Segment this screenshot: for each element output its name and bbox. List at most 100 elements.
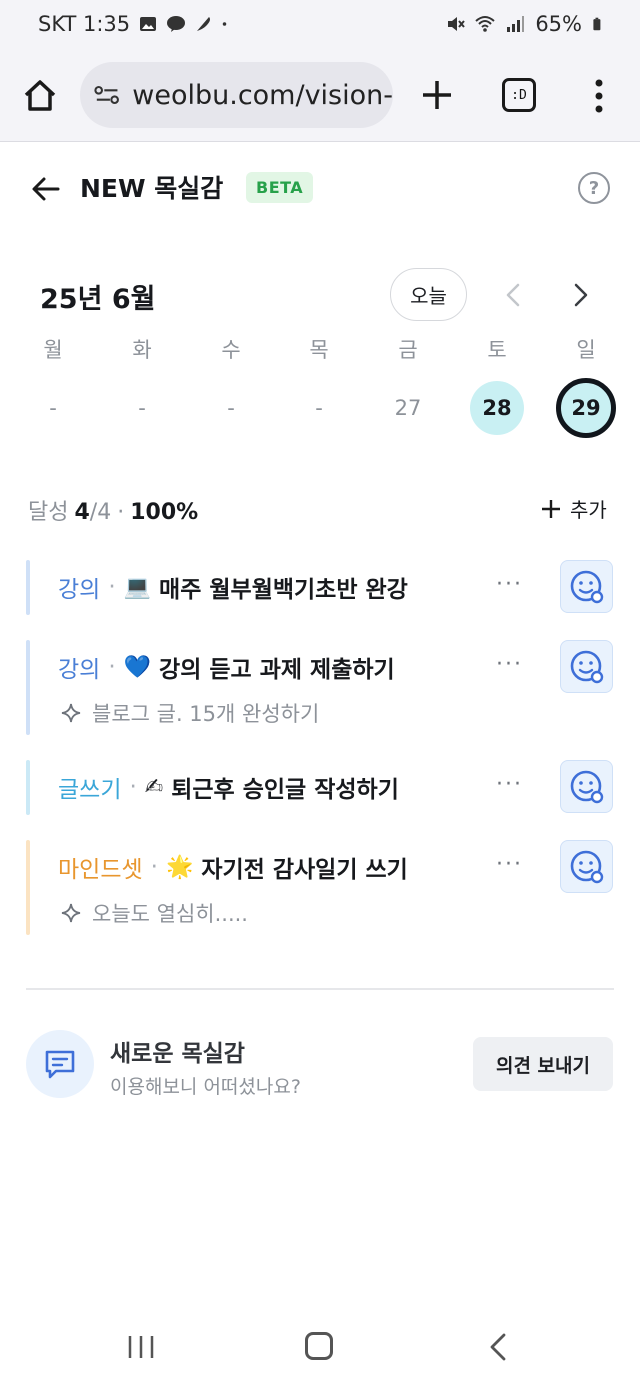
gallery-icon xyxy=(140,17,157,31)
status-bar: SKT 1:35 65% xyxy=(0,0,640,52)
battery-icon xyxy=(593,17,601,31)
day-mon: - xyxy=(49,396,57,420)
site-settings-icon[interactable] xyxy=(94,83,120,107)
task-category: 글쓰기 xyxy=(58,777,122,803)
task-category: 강의 xyxy=(58,657,101,683)
laptop-icon: 💻 xyxy=(123,574,152,600)
star-icon: 🌟 xyxy=(165,854,194,880)
achievement-summary: 달성 4/4 · 100% xyxy=(28,494,198,526)
more-menu-icon[interactable] xyxy=(586,76,612,116)
day-wed: - xyxy=(227,396,235,420)
chevron-left-icon[interactable] xyxy=(500,280,526,310)
battery-percent: 65% xyxy=(535,12,582,36)
task-subtitle: 블로그 글. 15개 완성하기 xyxy=(92,702,320,726)
wifi-icon xyxy=(475,16,495,32)
task-item[interactable]: 강의 · 💙 강의 듣고 과제 제출하기 블로그 글. 15개 완성하기 ··· xyxy=(26,640,616,735)
tab-count: :D xyxy=(511,87,527,103)
task-title: 자기전 감사일기 쓰기 xyxy=(201,857,408,883)
weekday-mon: 월 xyxy=(43,338,63,362)
task-color-bar xyxy=(26,760,30,815)
task-color-bar xyxy=(26,560,30,615)
new-tab-icon[interactable] xyxy=(418,76,456,114)
weekday-tue: 화 xyxy=(132,338,152,362)
task-separator: · xyxy=(108,574,116,600)
achievement-separator: · xyxy=(117,500,125,525)
today-button[interactable]: 오늘 xyxy=(390,268,467,321)
url-text: weolbu.com/vision- xyxy=(132,79,393,111)
task-feeling-button[interactable] xyxy=(560,840,613,893)
nav-home-icon[interactable] xyxy=(305,1332,333,1360)
feather-icon xyxy=(197,17,211,31)
page-title: NEW 목실감 xyxy=(80,174,224,203)
day-tue: - xyxy=(138,396,146,420)
task-item[interactable]: 강의 · 💻 매주 월부월백기초반 완강 ··· xyxy=(26,560,616,615)
section-divider xyxy=(26,988,614,990)
back-arrow-icon[interactable] xyxy=(30,173,62,205)
weekday-sat: 토 xyxy=(487,338,507,362)
app-header: NEW 목실감 BETA ? xyxy=(0,143,640,233)
achievement-total: /4 xyxy=(89,500,112,525)
system-nav-bar xyxy=(0,1300,640,1387)
weekday-thu: 목 xyxy=(309,338,329,362)
browser-toolbar: weolbu.com/vision- :D xyxy=(0,52,640,142)
signal-icon xyxy=(507,16,525,32)
task-title: 매주 월부월백기초반 완강 xyxy=(159,577,408,603)
smile-edit-icon xyxy=(570,650,603,683)
task-category: 강의 xyxy=(58,577,101,603)
home-icon[interactable] xyxy=(22,78,58,114)
beta-badge: BETA xyxy=(246,172,314,203)
nav-back-icon[interactable] xyxy=(488,1332,508,1362)
task-more-button[interactable]: ··· xyxy=(496,772,523,797)
blue-heart-icon: 💙 xyxy=(123,654,152,680)
chevron-right-icon[interactable] xyxy=(568,280,594,310)
task-title: 강의 듣고 과제 제출하기 xyxy=(159,657,395,683)
task-item[interactable]: 글쓰기 · ✍ 퇴근후 승인글 작성하기 ··· xyxy=(26,760,616,815)
task-color-bar xyxy=(26,840,30,935)
task-subtitle-row: 블로그 글. 15개 완성하기 xyxy=(60,698,319,728)
help-icon[interactable]: ? xyxy=(578,172,610,204)
day-fri[interactable]: 27 xyxy=(381,381,435,435)
task-more-button[interactable]: ··· xyxy=(496,852,523,877)
weekday-wed: 수 xyxy=(221,338,241,362)
task-color-bar xyxy=(26,640,30,735)
achievement-percent: 100% xyxy=(130,500,199,525)
weekday-sun: 일 xyxy=(576,338,596,362)
achievement-label: 달성 xyxy=(28,500,69,525)
smile-edit-icon xyxy=(570,770,603,803)
address-bar[interactable]: weolbu.com/vision- xyxy=(80,62,393,128)
writing-hand-icon: ✍ xyxy=(144,774,164,800)
day-sun-today[interactable]: 29 xyxy=(556,378,616,438)
add-task-button[interactable]: 추가 xyxy=(540,494,607,523)
task-more-button[interactable]: ··· xyxy=(496,652,523,677)
chat-bubble-icon xyxy=(45,1050,75,1079)
calendar-month: 25년 6월 xyxy=(40,284,156,315)
carrier-time: SKT 1:35 xyxy=(38,12,131,36)
feedback-avatar xyxy=(26,1030,94,1098)
task-separator: · xyxy=(108,654,116,680)
task-feeling-button[interactable] xyxy=(560,640,613,693)
feedback-subtitle: 이용해보니 어떠셨나요? xyxy=(110,1076,301,1098)
task-subtitle: 오늘도 열심히..... xyxy=(92,902,248,926)
task-subtitle-row: 오늘도 열심히..... xyxy=(60,898,248,928)
task-separator: · xyxy=(150,854,158,880)
plus-icon xyxy=(542,499,560,518)
day-thu: - xyxy=(315,396,323,420)
talk-icon xyxy=(167,16,186,32)
task-item[interactable]: 마인드셋 · 🌟 자기전 감사일기 쓰기 오늘도 열심히..... ··· xyxy=(26,840,616,935)
task-more-button[interactable]: ··· xyxy=(496,572,523,597)
smile-edit-icon xyxy=(570,570,603,603)
send-feedback-button[interactable]: 의견 보내기 xyxy=(473,1037,613,1091)
tab-switcher-button[interactable]: :D xyxy=(502,78,536,112)
sparkle-icon xyxy=(61,703,81,723)
task-feeling-button[interactable] xyxy=(560,560,613,613)
mute-icon xyxy=(448,17,466,31)
add-task-label: 추가 xyxy=(570,498,607,522)
recent-apps-icon[interactable] xyxy=(126,1334,156,1360)
day-sat-selected[interactable]: 28 xyxy=(470,381,524,435)
dot-icon xyxy=(222,22,227,26)
task-feeling-button[interactable] xyxy=(560,760,613,813)
task-title: 퇴근후 승인글 작성하기 xyxy=(171,777,399,803)
task-separator: · xyxy=(129,774,137,800)
smile-edit-icon xyxy=(570,850,603,883)
help-mark: ? xyxy=(588,177,600,199)
